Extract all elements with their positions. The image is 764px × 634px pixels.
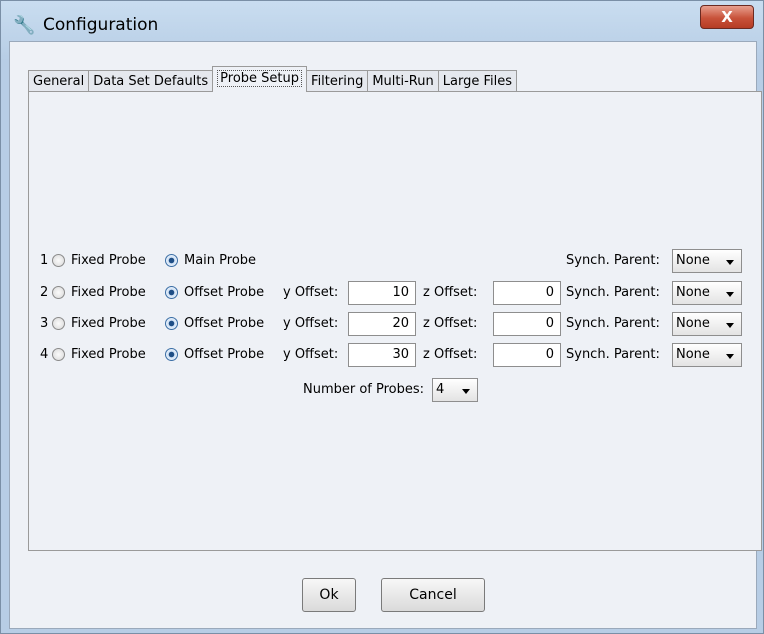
- number-of-probes-row: Number of Probes: 4: [29, 378, 759, 402]
- chevron-down-icon: [726, 292, 734, 297]
- offset-probe-radio[interactable]: [165, 348, 178, 361]
- cancel-button[interactable]: Cancel: [381, 578, 485, 612]
- probe-index: 3: [40, 316, 49, 331]
- chevron-down-icon: [726, 354, 734, 359]
- y-offset-field[interactable]: 20: [348, 312, 416, 336]
- configuration-window: 🔧 Configuration X General Data Set Defau…: [0, 0, 764, 634]
- y-offset-label: y Offset:: [283, 316, 339, 331]
- close-button[interactable]: X: [700, 5, 754, 29]
- probe-row-2: 2 Fixed Probe Offset Probe y Offset: 10 …: [29, 281, 759, 305]
- z-offset-label: z Offset:: [423, 316, 478, 331]
- probe-row-1: 1 Fixed Probe Main Probe Synch. Parent: …: [29, 249, 759, 273]
- fixed-probe-radio[interactable]: [52, 254, 65, 267]
- chevron-down-icon: [726, 323, 734, 328]
- fixed-probe-radio[interactable]: [52, 286, 65, 299]
- y-offset-field[interactable]: 30: [348, 343, 416, 367]
- synch-parent-select[interactable]: None: [672, 249, 742, 273]
- probe-index: 2: [40, 285, 49, 300]
- title-bar[interactable]: 🔧 Configuration X: [1, 1, 763, 41]
- y-offset-label: y Offset:: [283, 285, 339, 300]
- fixed-probe-label: Fixed Probe: [71, 347, 146, 362]
- synch-parent-label: Synch. Parent:: [566, 253, 660, 268]
- offset-probe-label: Offset Probe: [184, 285, 265, 300]
- fixed-probe-radio[interactable]: [52, 348, 65, 361]
- main-probe-label: Main Probe: [184, 253, 257, 268]
- offset-probe-radio[interactable]: [165, 286, 178, 299]
- probe-row-4: 4 Fixed Probe Offset Probe y Offset: 30 …: [29, 343, 759, 367]
- tab-probe-setup-label: Probe Setup: [217, 70, 303, 87]
- number-of-probes-select[interactable]: 4: [432, 378, 478, 402]
- tab-large-files[interactable]: Large Files: [437, 70, 517, 92]
- dialog-body: General Data Set Defaults Probe Setup Fi…: [9, 41, 762, 629]
- main-probe-radio[interactable]: [165, 254, 178, 267]
- synch-parent-select[interactable]: None: [672, 343, 742, 367]
- offset-probe-radio[interactable]: [165, 317, 178, 330]
- z-offset-field[interactable]: 0: [493, 343, 561, 367]
- fixed-probe-label: Fixed Probe: [71, 285, 146, 300]
- number-of-probes-value: 4: [436, 382, 445, 397]
- y-offset-field[interactable]: 10: [348, 281, 416, 305]
- z-offset-label: z Offset:: [423, 285, 478, 300]
- synch-parent-value: None: [676, 316, 710, 331]
- synch-parent-label: Synch. Parent:: [566, 285, 660, 300]
- y-offset-label: y Offset:: [283, 347, 339, 362]
- chevron-down-icon: [726, 260, 734, 265]
- tab-bar: General Data Set Defaults Probe Setup Fi…: [28, 66, 517, 92]
- probe-row-3: 3 Fixed Probe Offset Probe y Offset: 20 …: [29, 312, 759, 336]
- number-of-probes-label: Number of Probes:: [303, 382, 425, 397]
- tab-general[interactable]: General: [28, 70, 90, 92]
- z-offset-field[interactable]: 0: [493, 281, 561, 305]
- synch-parent-value: None: [676, 347, 710, 362]
- synch-parent-value: None: [676, 253, 710, 268]
- synch-parent-select[interactable]: None: [672, 312, 742, 336]
- z-offset-field[interactable]: 0: [493, 312, 561, 336]
- fixed-probe-radio[interactable]: [52, 317, 65, 330]
- offset-probe-label: Offset Probe: [184, 316, 265, 331]
- offset-probe-label: Offset Probe: [184, 347, 265, 362]
- synch-parent-label: Synch. Parent:: [566, 347, 660, 362]
- window-title: Configuration: [43, 15, 159, 35]
- fixed-probe-label: Fixed Probe: [71, 316, 146, 331]
- probe-setup-panel: 1 Fixed Probe Main Probe Synch. Parent: …: [28, 91, 762, 551]
- chevron-down-icon: [462, 389, 470, 394]
- z-offset-label: z Offset:: [423, 347, 478, 362]
- synch-parent-select[interactable]: None: [672, 281, 742, 305]
- probe-index: 1: [40, 253, 49, 268]
- tab-multi-run[interactable]: Multi-Run: [367, 70, 439, 92]
- tab-filtering[interactable]: Filtering: [306, 70, 369, 92]
- synch-parent-value: None: [676, 285, 710, 300]
- probe-index: 4: [40, 347, 49, 362]
- fixed-probe-label: Fixed Probe: [71, 253, 146, 268]
- tab-probe-setup[interactable]: Probe Setup: [212, 66, 308, 92]
- tab-data-set-defaults[interactable]: Data Set Defaults: [88, 70, 214, 92]
- wrench-icon: 🔧: [13, 15, 36, 36]
- synch-parent-label: Synch. Parent:: [566, 316, 660, 331]
- ok-button[interactable]: Ok: [302, 578, 356, 612]
